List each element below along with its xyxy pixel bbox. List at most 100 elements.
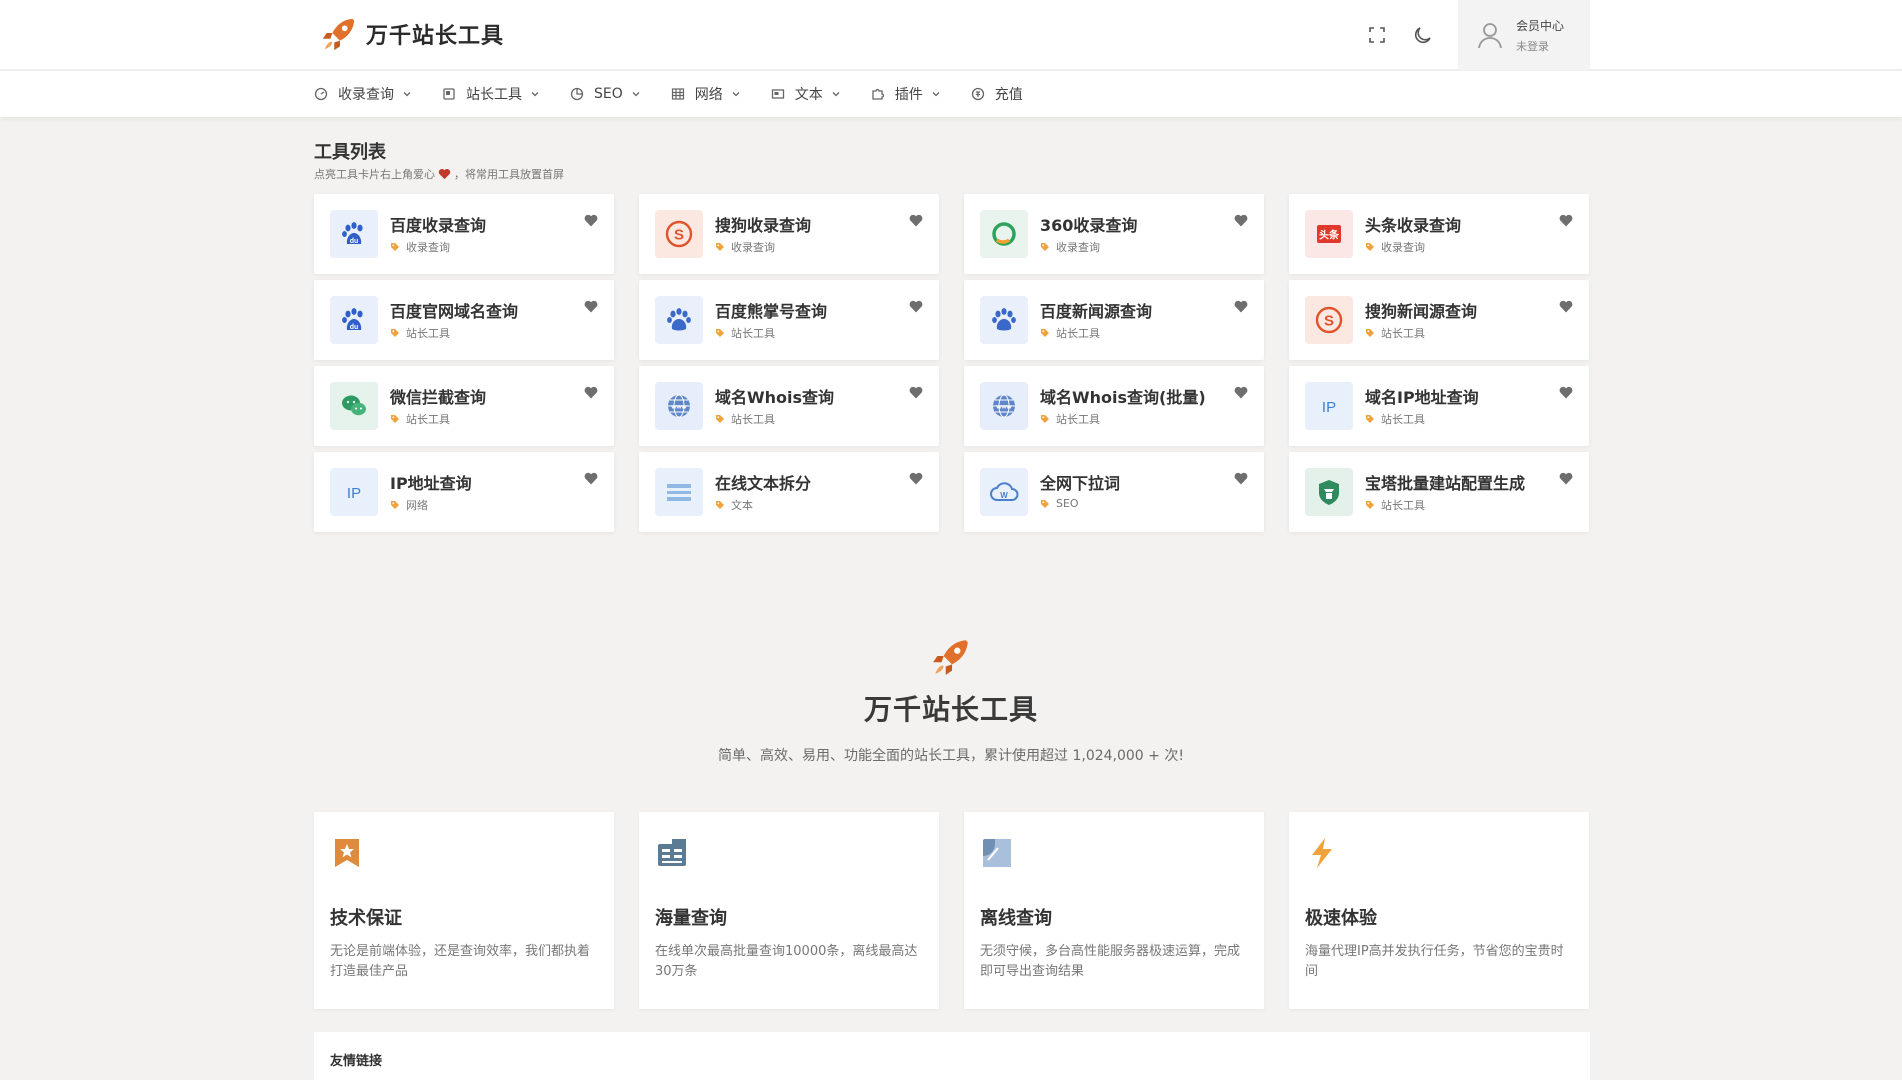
- tool-card[interactable]: du 百度收录查询 收录查询: [314, 194, 614, 274]
- tool-card[interactable]: www 域名Whois查询(批量) 站长工具: [964, 366, 1264, 446]
- tool-category: 收录查询: [1365, 239, 1425, 255]
- tool-name: 宝塔批量建站配置生成: [1365, 474, 1526, 493]
- tool-card[interactable]: 百度新闻源查询 站长工具: [964, 280, 1264, 360]
- tag-icon: [716, 329, 724, 337]
- svg-text:S: S: [1324, 313, 1334, 330]
- heart-icon[interactable]: [584, 386, 598, 399]
- heart-icon: [438, 168, 451, 180]
- friend-links-panel: 友情链接: [314, 1032, 1590, 1080]
- nav-item-text[interactable]: 文本: [771, 84, 841, 104]
- login-status: 未登录: [1516, 39, 1549, 53]
- heart-icon[interactable]: [909, 214, 923, 227]
- tool-category: 收录查询: [715, 239, 775, 255]
- fullscreen-icon[interactable]: [1366, 24, 1388, 46]
- user-icon: [1478, 23, 1502, 49]
- moon-icon[interactable]: [1412, 24, 1434, 46]
- tool-category: 收录查询: [390, 239, 450, 255]
- box-icon: [443, 88, 455, 100]
- heart-icon[interactable]: [1234, 386, 1248, 399]
- svg-text:du: du: [350, 238, 359, 245]
- feature-desc: 无须守候，多台高性能服务器极速运算，完成即可导出查询结果: [980, 944, 1241, 979]
- offline-icon: [980, 836, 1014, 870]
- heart-icon[interactable]: [1559, 386, 1573, 399]
- tool-card[interactable]: 在线文本拆分 文本: [639, 452, 939, 532]
- feature-card-offline: 离线查询 无须守候，多台高性能服务器极速运算，完成即可导出查询结果: [964, 812, 1264, 1009]
- feature-desc: 海量代理IP高并发执行任务，节省您的宝贵时间: [1305, 944, 1564, 979]
- 360-icon: [980, 210, 1028, 258]
- site-title: 万千站长工具: [366, 24, 505, 49]
- heart-icon[interactable]: [1234, 214, 1248, 227]
- tool-name: 360收录查询: [1040, 216, 1138, 235]
- nav-item-network[interactable]: 网络: [671, 84, 741, 104]
- tag-icon: [1041, 415, 1049, 423]
- tool-category-label: 站长工具: [1381, 413, 1425, 426]
- site-logo[interactable]: 万千站长工具: [320, 14, 504, 54]
- svg-text:S: S: [674, 227, 684, 244]
- heart-icon[interactable]: [584, 300, 598, 313]
- tool-card[interactable]: 头条 头条收录查询 收录查询: [1289, 194, 1589, 274]
- tool-name: 百度熊掌号查询: [715, 302, 828, 321]
- tool-card[interactable]: du 百度官网域名查询 站长工具: [314, 280, 614, 360]
- heart-icon[interactable]: [909, 386, 923, 399]
- bolt-icon: [1305, 836, 1339, 870]
- tool-name: 全网下拉词: [1040, 474, 1121, 493]
- tool-category: 文本: [715, 497, 753, 513]
- tag-icon: [716, 501, 724, 509]
- hint-text-before: 点亮工具卡片右上角爱心: [314, 168, 435, 181]
- nav-label: 充值: [994, 87, 1023, 103]
- tool-category: 站长工具: [1365, 497, 1425, 513]
- tools-section-hint: 点亮工具卡片右上角爱心 ，将常用工具放置首屏: [314, 166, 564, 182]
- tool-card[interactable]: S 搜狗收录查询 收录查询: [639, 194, 939, 274]
- tool-card[interactable]: IP IP地址查询 网络: [314, 452, 614, 532]
- coin-icon: [971, 87, 984, 101]
- tool-card[interactable]: IP 域名IP地址查询 站长工具: [1289, 366, 1589, 446]
- nav-item-webmaster-tools[interactable]: 站长工具: [442, 84, 540, 104]
- svg-text:www: www: [995, 404, 1012, 411]
- tool-category-label: 站长工具: [1381, 327, 1425, 340]
- member-center-button[interactable]: 会员中心 未登录: [1458, 0, 1590, 70]
- nav-item-seo[interactable]: SEO: [570, 86, 641, 102]
- feature-title: 极速体验: [1305, 908, 1377, 929]
- tool-category-label: 站长工具: [406, 327, 450, 340]
- heart-icon[interactable]: [584, 472, 598, 485]
- wechat-icon: [330, 382, 378, 430]
- heart-icon[interactable]: [1234, 472, 1248, 485]
- heart-icon[interactable]: [1234, 300, 1248, 313]
- tool-name: 头条收录查询: [1365, 216, 1462, 235]
- tool-category-label: 网络: [406, 499, 428, 512]
- tag-icon: [391, 501, 399, 509]
- nav-item-index-query[interactable]: 收录查询: [314, 84, 412, 104]
- heart-icon[interactable]: [909, 300, 923, 313]
- svg-text:头条: 头条: [1319, 229, 1340, 242]
- tag-icon: [1041, 329, 1049, 337]
- heart-icon[interactable]: [1559, 214, 1573, 227]
- tool-category-label: 收录查询: [731, 241, 775, 254]
- baidu-icon: du: [330, 210, 378, 258]
- tool-category-label: SEO: [1056, 497, 1079, 510]
- heart-icon[interactable]: [1559, 300, 1573, 313]
- tool-category-label: 站长工具: [1056, 413, 1100, 426]
- tool-card[interactable]: 宝塔批量建站配置生成 站长工具: [1289, 452, 1589, 532]
- feature-card-mass-query: 海量查询 在线单次最高批量查询10000条，离线最高达30万条: [639, 812, 939, 1009]
- tool-card[interactable]: www 域名Whois查询 站长工具: [639, 366, 939, 446]
- tool-card[interactable]: W 全网下拉词 SEO: [964, 452, 1264, 532]
- tool-card[interactable]: S 搜狗新闻源查询 站长工具: [1289, 280, 1589, 360]
- tool-category: 网络: [390, 497, 428, 513]
- tool-card[interactable]: 微信拦截查询 站长工具: [314, 366, 614, 446]
- nav-item-recharge[interactable]: 充值: [971, 84, 1023, 104]
- tool-name: 域名Whois查询(批量): [1040, 388, 1206, 407]
- heart-icon[interactable]: [584, 214, 598, 227]
- ip-icon: IP: [1305, 382, 1353, 430]
- rocket-icon: [322, 18, 355, 51]
- svg-text:IP: IP: [1322, 399, 1336, 416]
- nav-item-plugins[interactable]: 插件: [871, 84, 941, 104]
- top-header: 万千站长工具 会员中心 未登录: [0, 0, 1902, 70]
- tool-name: 百度新闻源查询: [1040, 302, 1153, 321]
- feature-title: 海量查询: [655, 908, 727, 929]
- tool-card[interactable]: 360收录查询 收录查询: [964, 194, 1264, 274]
- tool-card[interactable]: 百度熊掌号查询 站长工具: [639, 280, 939, 360]
- chevron-down-icon: [732, 92, 740, 97]
- hint-text-after: ，将常用工具放置首屏: [454, 168, 564, 181]
- heart-icon[interactable]: [1559, 472, 1573, 485]
- heart-icon[interactable]: [909, 472, 923, 485]
